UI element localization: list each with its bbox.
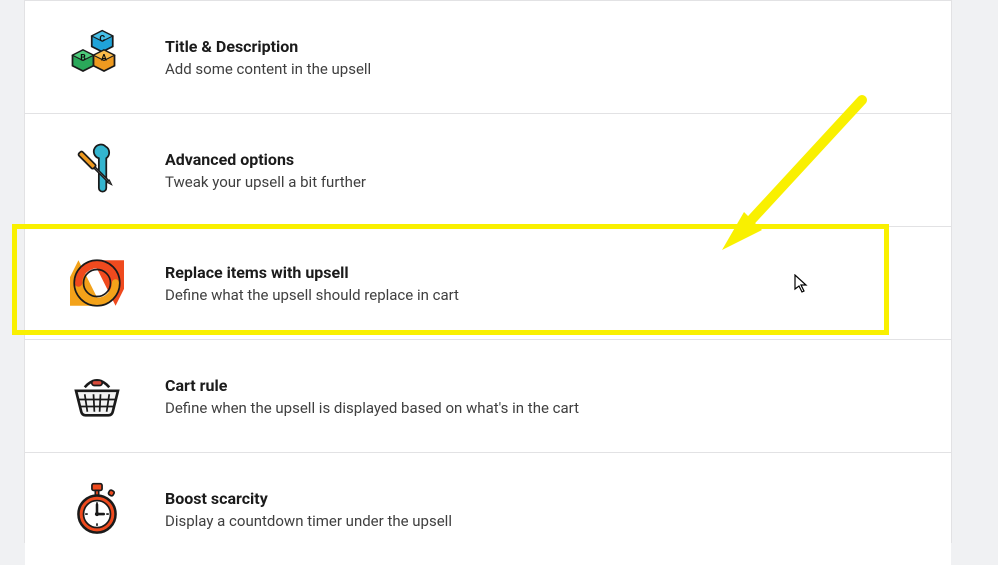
row-desc: Add some content in the upsell <box>165 60 911 78</box>
svg-text:B: B <box>80 54 86 64</box>
tools-icon <box>65 138 129 202</box>
row-desc: Tweak your upsell a bit further <box>165 173 911 191</box>
row-title: Title & Description <box>165 37 911 56</box>
row-replace-items[interactable]: Replace items with upsell Define what th… <box>25 227 951 340</box>
row-boost-scarcity[interactable]: Boost scarcity Display a countdown timer… <box>25 453 951 565</box>
row-title: Advanced options <box>165 150 911 169</box>
settings-list: C B A Title & Description Add some conte… <box>24 0 952 543</box>
row-desc: Display a countdown timer under the upse… <box>165 512 911 530</box>
svg-text:C: C <box>99 34 105 44</box>
blocks-icon: C B A <box>65 25 129 89</box>
replace-cycle-icon <box>65 251 129 315</box>
row-cart-rule[interactable]: Cart rule Define when the upsell is disp… <box>25 340 951 453</box>
row-title-description[interactable]: C B A Title & Description Add some conte… <box>25 1 951 114</box>
row-desc: Define when the upsell is displayed base… <box>165 399 911 417</box>
row-title: Replace items with upsell <box>165 263 911 282</box>
row-advanced-options[interactable]: Advanced options Tweak your upsell a bit… <box>25 114 951 227</box>
row-text: Title & Description Add some content in … <box>165 37 911 78</box>
row-desc: Define what the upsell should replace in… <box>165 286 911 304</box>
row-text: Boost scarcity Display a countdown timer… <box>165 489 911 530</box>
row-text: Cart rule Define when the upsell is disp… <box>165 376 911 417</box>
row-title: Cart rule <box>165 376 911 395</box>
stopwatch-icon <box>65 477 129 541</box>
basket-icon <box>65 364 129 428</box>
row-text: Advanced options Tweak your upsell a bit… <box>165 150 911 191</box>
row-text: Replace items with upsell Define what th… <box>165 263 911 304</box>
svg-text:A: A <box>101 54 107 64</box>
row-title: Boost scarcity <box>165 489 911 508</box>
